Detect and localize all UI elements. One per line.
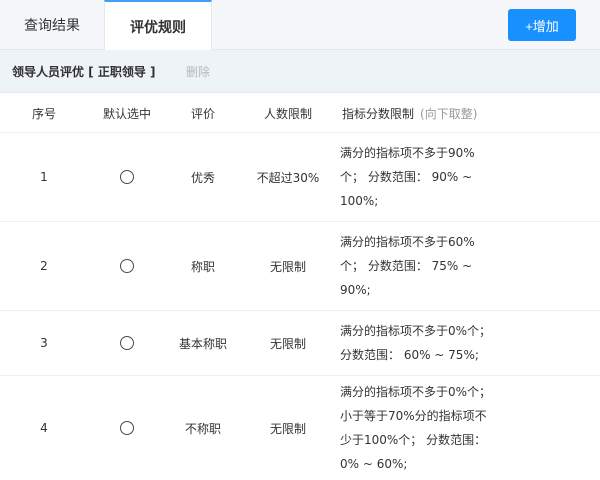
default-select-radio[interactable] [120, 421, 134, 435]
header-seq: 序号 [31, 106, 56, 121]
tab-query-results[interactable]: 查询结果 [0, 0, 104, 50]
row-score-limit: 满分的指标项不多于90%个； 分数范围： 90% ~ 100%; [340, 133, 500, 221]
row-evaluation: 基本称职 [178, 336, 227, 351]
default-select-radio[interactable] [120, 170, 134, 184]
group-title: 领导人员评优 [ 正职领导 ] [12, 65, 156, 79]
row-score-limit: 满分的指标项不多于0%个； 小于等于70%分的指标项不少于100%个； 分数范围… [340, 376, 500, 480]
tab-evaluation-rules[interactable]: 评优规则 [104, 0, 212, 51]
header-score-limit-note: (向下取整) [420, 106, 478, 121]
row-score-limit: 满分的指标项不多于60%个； 分数范围： 75% ~ 90%; [340, 222, 500, 310]
evaluation-rules-page: 查询结果 评优规则 +增加 领导人员评优 [ 正职领导 ] 删除 序号 默认选中… [0, 0, 600, 480]
row-score-limit-text: 满分的指标项不多于0%个； 分数范围： 60% ~ 75%; [340, 324, 492, 362]
row-seq: 2 [40, 259, 48, 273]
row-seq: 1 [40, 170, 48, 184]
row-default-selected [97, 311, 157, 375]
tab-bar: 查询结果 评优规则 +增加 [0, 0, 600, 51]
table-row: 1 优秀 不超过30% 满分的指标项不多于90%个； 分数范围： 90% ~ 1… [0, 133, 600, 222]
row-seq: 4 [40, 421, 48, 435]
table-header: 序号 默认选中 评价 人数限制 指标分数限制 (向下取整) [0, 93, 600, 133]
header-default-selected: 默认选中 [102, 106, 151, 121]
header-score-limit: 指标分数限制 (向下取整) [342, 93, 502, 133]
row-score-limit: 满分的指标项不多于0%个； 分数范围： 60% ~ 75%; [340, 311, 500, 375]
row-evaluation: 不称职 [184, 421, 221, 436]
table-row: 2 称职 无限制 满分的指标项不多于60%个； 分数范围： 75% ~ 90%; [0, 222, 600, 311]
row-headcount-limit: 无限制 [269, 259, 306, 274]
row-default-selected [97, 222, 157, 310]
group-header: 领导人员评优 [ 正职领导 ] 删除 [0, 50, 600, 93]
row-score-limit-text: 满分的指标项不多于60%个； 分数范围： 75% ~ 90%; [340, 235, 475, 297]
row-evaluation: 优秀 [190, 170, 215, 185]
default-select-radio[interactable] [120, 336, 134, 350]
row-seq: 3 [40, 336, 48, 350]
header-score-limit-label: 指标分数限制 [342, 106, 415, 121]
row-headcount-limit: 无限制 [269, 336, 306, 351]
row-default-selected [97, 376, 157, 480]
delete-button[interactable]: 删除 [186, 63, 210, 80]
row-evaluation: 称职 [190, 259, 215, 274]
row-score-limit-text: 满分的指标项不多于90%个； 分数范围： 90% ~ 100%; [340, 146, 475, 208]
header-evaluation: 评价 [190, 106, 215, 121]
add-button[interactable]: +增加 [508, 9, 576, 41]
default-select-radio[interactable] [120, 259, 134, 273]
table-row: 4 不称职 无限制 满分的指标项不多于0%个； 小于等于70%分的指标项不少于1… [0, 376, 600, 480]
row-headcount-limit: 无限制 [269, 421, 306, 436]
table-row: 3 基本称职 无限制 满分的指标项不多于0%个； 分数范围： 60% ~ 75%… [0, 311, 600, 376]
row-headcount-limit: 不超过30% [256, 170, 320, 185]
row-score-limit-text: 满分的指标项不多于0%个； 小于等于70%分的指标项不少于100%个； 分数范围… [340, 385, 492, 471]
header-headcount-limit: 人数限制 [263, 106, 312, 121]
rules-table: 序号 默认选中 评价 人数限制 指标分数限制 (向下取整) 1 优秀 不超过30… [0, 93, 600, 480]
row-default-selected [97, 133, 157, 221]
